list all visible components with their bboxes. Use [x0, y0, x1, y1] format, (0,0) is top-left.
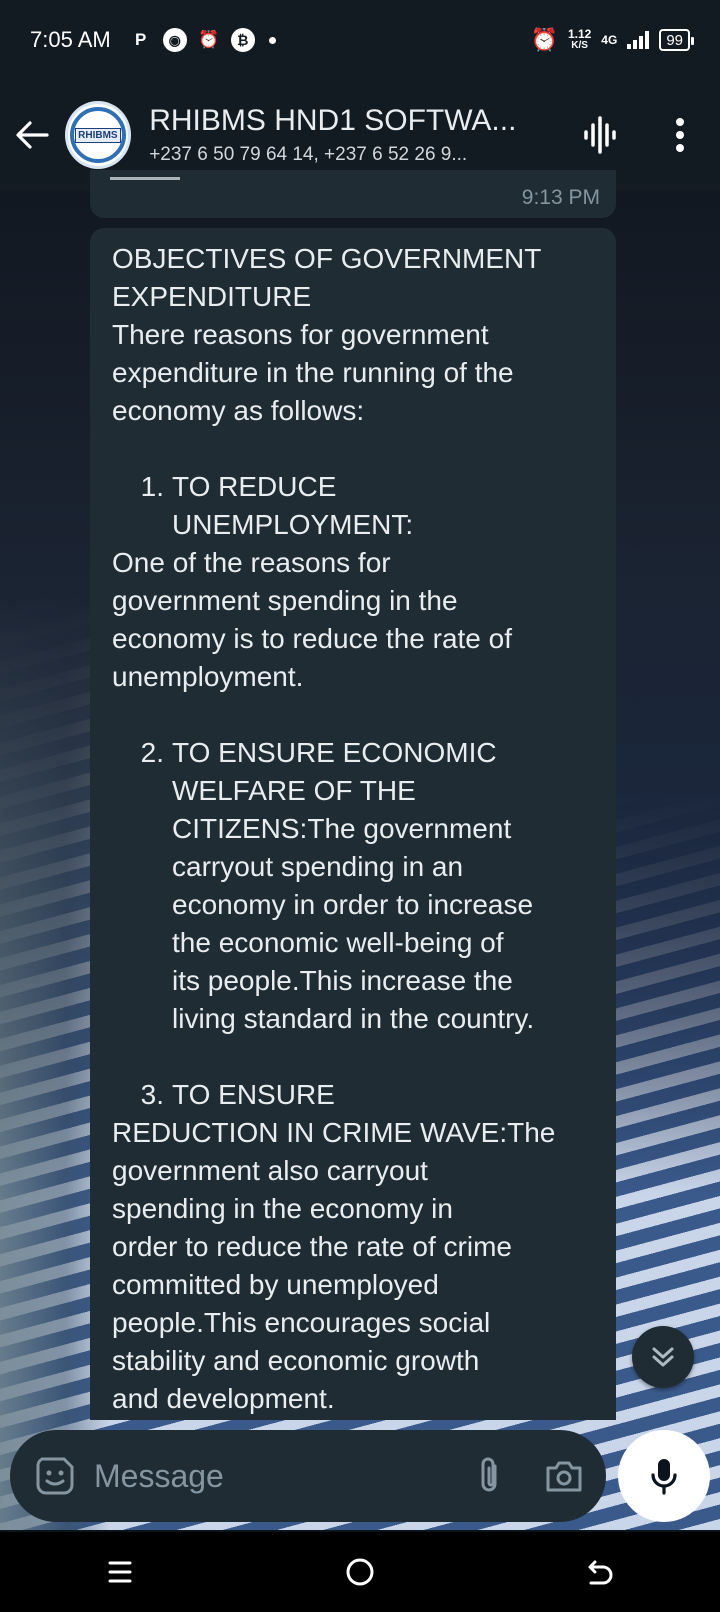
more-vertical-icon [676, 118, 684, 152]
message-line: living standard in the country. [172, 1003, 535, 1034]
message-line: OBJECTIVES OF GOVERNMENT [112, 243, 542, 274]
message-line: TO ENSURE ECONOMIC [172, 737, 497, 768]
list-item: 3. TO ENSURE [112, 1076, 596, 1114]
message-line: There reasons for government [112, 319, 489, 350]
scroll-to-bottom-button[interactable] [632, 1326, 694, 1388]
alarm-icon: ⏰ [198, 30, 220, 49]
alarm-clock-icon: ⏰ [530, 27, 558, 52]
message-line: the economic well-being of [172, 927, 504, 958]
message-line: spending in the economy in [112, 1193, 453, 1224]
app-icon: ◉ [162, 28, 187, 52]
message-line: economy is to reduce the rate of [112, 623, 512, 654]
message-line: stability and economic growth [112, 1345, 480, 1376]
message-line: committed by unemployed [112, 1269, 439, 1300]
double-chevron-down-icon [652, 1347, 674, 1367]
message-line: government also carryout [112, 1155, 428, 1186]
message-line: economy as follows: [112, 395, 365, 426]
net-speed: 1.12 K/S [567, 27, 592, 51]
system-nav-bar [0, 1532, 720, 1612]
avatar-logo-text: RHIBMS [75, 127, 121, 143]
message-line: and development. [112, 1383, 335, 1414]
audio-wave-icon [584, 116, 616, 154]
message-line: CITIZENS:The government [172, 813, 512, 844]
message-line: economy in order to increase [172, 889, 534, 920]
chat-title: RHIBMS HND1 SOFTWA... [149, 104, 517, 137]
message-line: EXPENDITURE [112, 281, 312, 312]
more-options-button[interactable] [640, 80, 720, 190]
list-item: 2. TO ENSURE ECONOMIC WELFARE OF THE CIT… [112, 734, 596, 1038]
message-line: government spending in the [112, 585, 458, 616]
status-bar: 7:05 AM P ◉ ⏰ ₿ ⏰ 1.12 K/S 4G 99 [0, 0, 720, 80]
menu-lines-icon [108, 1561, 132, 1583]
message-time: 9:13 PM [521, 186, 600, 209]
camera-icon [546, 1461, 582, 1492]
message-line: people.This encourages social [112, 1307, 491, 1338]
message-line: carryout spending in an [172, 851, 464, 882]
message-line: One of the reasons for [112, 547, 391, 578]
chat-participants: +237 6 50 79 64 14, +237 6 52 26 9... [149, 144, 468, 165]
message-input[interactable]: Message [94, 1458, 446, 1495]
recents-button[interactable] [80, 1532, 160, 1612]
voice-message-button[interactable] [618, 1430, 710, 1522]
paperclip-icon [481, 1457, 497, 1492]
group-avatar[interactable]: RHIBMS [64, 101, 132, 169]
status-time: 7:05 AM [30, 27, 111, 52]
list-item: 1. TO REDUCE UNEMPLOYMENT: [112, 468, 596, 544]
network-type: 4G [601, 33, 618, 47]
message-line: REDUCTION IN CRIME WAVE:The [112, 1117, 556, 1148]
chat-info[interactable]: RHIBMS HND1 SOFTWA... +237 6 50 79 64 14… [149, 104, 560, 166]
battery-icon: 99 [659, 29, 694, 51]
back-button[interactable] [0, 80, 65, 190]
message-line: expenditure in the running of the [112, 357, 514, 388]
home-button[interactable] [320, 1532, 400, 1612]
message-composer: Message [10, 1430, 606, 1522]
message-line: UNEMPLOYMENT: [172, 509, 414, 540]
microphone-icon [651, 1459, 677, 1495]
home-circle-icon [346, 1558, 374, 1586]
message-line: WELFARE OF THE [172, 775, 416, 806]
message-line: its people.This increase the [172, 965, 513, 996]
signal-icon [627, 31, 650, 49]
back-arrow-icon [16, 121, 49, 149]
emoji-button[interactable] [30, 1451, 80, 1501]
message-line: TO REDUCE [172, 471, 337, 502]
message-line: TO ENSURE [172, 1079, 335, 1110]
message-bubble[interactable]: OBJECTIVES OF GOVERNMENT EXPENDITURE The… [90, 228, 616, 1420]
previous-message-bubble[interactable]: 9:13 PM [90, 170, 616, 218]
message-line: unemployment. [112, 661, 304, 692]
attach-button[interactable] [460, 1446, 520, 1506]
p-icon: P [135, 30, 147, 49]
message-line: order to reduce the rate of crime [112, 1231, 512, 1262]
bitcoin-icon: ₿ [230, 28, 255, 52]
camera-button[interactable] [534, 1446, 594, 1506]
sticker-smiley-icon [36, 1457, 74, 1495]
battery-level: 99 [666, 31, 683, 49]
back-return-icon [588, 1560, 613, 1585]
dot-icon [268, 36, 276, 44]
back-nav-button[interactable] [560, 1532, 640, 1612]
